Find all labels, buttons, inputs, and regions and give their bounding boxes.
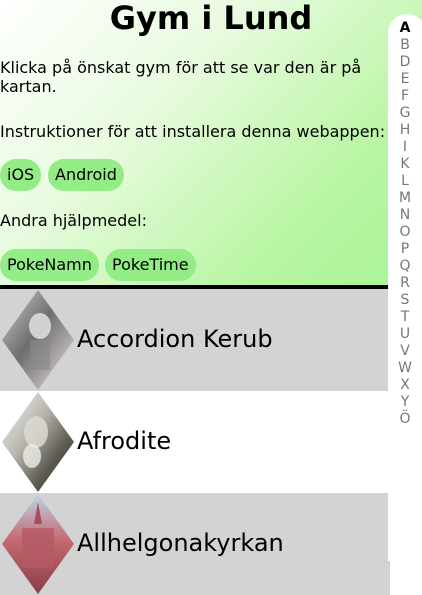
alphabet-index-a[interactable]: A [388, 20, 422, 37]
alphabet-index-u[interactable]: U [388, 326, 422, 343]
alphabet-index-r[interactable]: R [388, 275, 422, 292]
alphabet-index-ö[interactable]: Ö [388, 411, 422, 428]
gym-name: Allhelgonakyrkan [77, 529, 284, 557]
alphabet-index-k[interactable]: K [388, 156, 422, 173]
tools-text: Andra hjälpmedel: [0, 211, 147, 230]
install-instructions-text: Instruktioner för att installera denna w… [0, 122, 386, 141]
alphabet-index-b[interactable]: B [388, 37, 422, 54]
alphabet-index-l[interactable]: L [388, 173, 422, 190]
header-panel: Gym i Lund Klicka på önskat gym för att … [0, 0, 422, 285]
alphabet-index-g[interactable]: G [388, 105, 422, 122]
alphabet-index-q[interactable]: Q [388, 258, 422, 275]
gym-row-accordion-kerub[interactable]: Accordion Kerub [0, 289, 390, 391]
intro-text: Klicka på önskat gym för att se var den … [0, 58, 362, 96]
alphabet-index-p[interactable]: P [388, 241, 422, 258]
pokenamn-button[interactable]: PokeNamn [0, 249, 99, 281]
alphabet-index-d[interactable]: D [388, 54, 422, 71]
gym-thumbnail-afrodite [2, 392, 74, 492]
gym-row-allhelgonakyrkan[interactable]: Allhelgonakyrkan [0, 493, 390, 595]
alphabet-index-h[interactable]: H [388, 122, 422, 139]
gym-list: Accordion Kerub Afrodite Allhelgonakyrka… [0, 289, 390, 595]
poketime-button[interactable]: PokeTime [105, 249, 196, 281]
alphabet-index-x[interactable]: X [388, 377, 422, 394]
ios-button[interactable]: iOS [0, 159, 42, 191]
alphabet-index-o[interactable]: O [388, 224, 422, 241]
gym-thumbnail-allhelgonakyrkan [2, 494, 74, 594]
alphabet-index-t[interactable]: T [388, 309, 422, 326]
alphabet-index-w[interactable]: W [388, 360, 422, 377]
alphabet-index-e[interactable]: E [388, 71, 422, 88]
gym-thumbnail-accordion-kerub [2, 290, 74, 390]
alphabet-index-m[interactable]: M [388, 190, 422, 207]
alphabet-index-n[interactable]: N [388, 207, 422, 224]
alphabet-index-f[interactable]: F [388, 88, 422, 105]
alphabet-index: ABDEFGHIKLMNOPQRSTUVWXYÖ [388, 14, 422, 561]
android-button[interactable]: Android [48, 159, 124, 191]
alphabet-index-y[interactable]: Y [388, 394, 422, 411]
gym-row-afrodite[interactable]: Afrodite [0, 391, 390, 493]
gym-name: Afrodite [77, 427, 172, 455]
alphabet-index-s[interactable]: S [388, 292, 422, 309]
alphabet-index-i[interactable]: I [388, 139, 422, 156]
alphabet-index-v[interactable]: V [388, 343, 422, 360]
page-title: Gym i Lund [109, 0, 313, 37]
gym-name: Accordion Kerub [77, 325, 273, 353]
